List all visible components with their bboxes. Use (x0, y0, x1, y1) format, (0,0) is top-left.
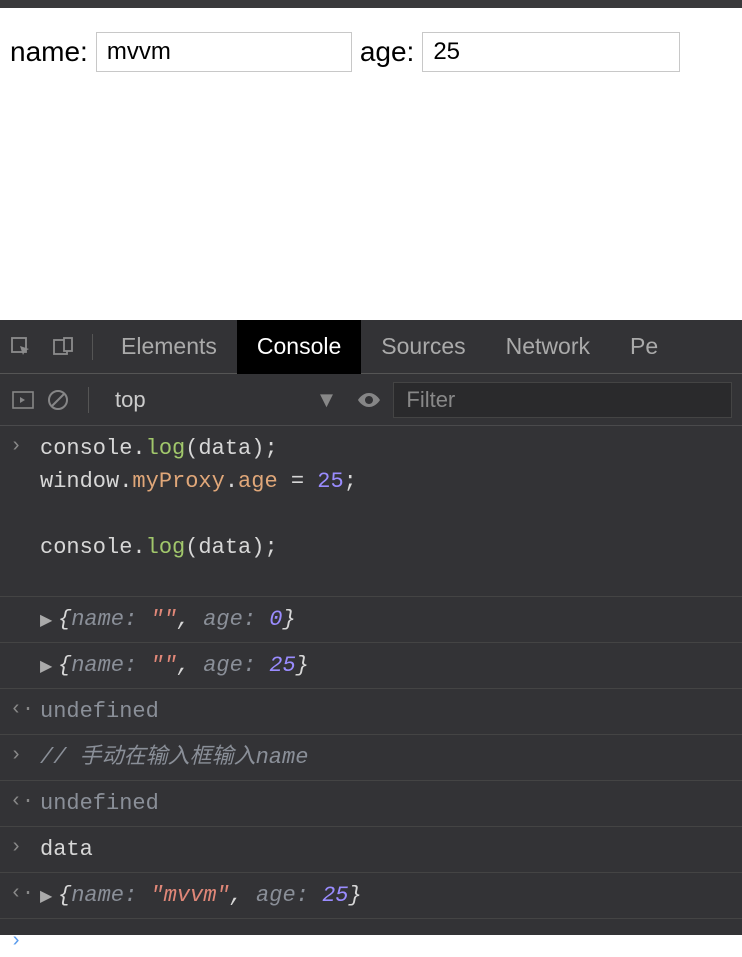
tab-performance[interactable]: Pe (610, 320, 678, 374)
clear-console-icon[interactable] (46, 388, 70, 412)
console-body: › console.log(data); window.myProxy.age … (0, 426, 742, 935)
age-label: age: (360, 36, 415, 68)
expand-arrow-icon[interactable]: ▶ (40, 609, 58, 633)
output-marker-icon: ‹· (10, 879, 34, 909)
toggle-sidebar-icon[interactable] (10, 387, 36, 413)
tab-console[interactable]: Console (237, 320, 361, 374)
console-input-block[interactable]: › console.log(data); window.myProxy.age … (0, 426, 742, 597)
undefined-value: undefined (40, 699, 159, 724)
console-output-2[interactable]: ▶{name: "", age: 25} (0, 643, 742, 689)
prompt-marker-icon: › (10, 927, 22, 957)
code-input: console.log(data); window.myProxy.age = … (40, 432, 734, 590)
name-input[interactable] (96, 32, 352, 72)
console-output-3[interactable]: ‹· ▶{name: "mvvm", age: 25} (0, 873, 742, 919)
eye-icon[interactable] (355, 390, 383, 410)
tab-sources[interactable]: Sources (361, 320, 485, 374)
input-marker-icon: › (10, 741, 22, 771)
age-field-group: age: (360, 32, 681, 72)
input-marker-icon: › (10, 833, 22, 863)
age-input[interactable] (422, 32, 680, 72)
expand-arrow-icon[interactable]: ▶ (40, 655, 58, 679)
undefined-value: undefined (40, 791, 159, 816)
console-toolbar: top ▼ (0, 374, 742, 426)
tab-network[interactable]: Network (486, 320, 610, 374)
console-input-comment[interactable]: › // 手动在输入框输入name (0, 735, 742, 781)
tab-elements[interactable]: Elements (101, 320, 237, 374)
dropdown-icon: ▼ (316, 387, 338, 413)
devtools-panel: Elements Console Sources Network Pe top … (0, 320, 742, 935)
name-field-group: name: (10, 32, 352, 72)
console-output-1[interactable]: ▶{name: "", age: 0} (0, 597, 742, 643)
console-return-2: ‹· undefined (0, 781, 742, 827)
expand-arrow-icon[interactable]: ▶ (40, 885, 58, 909)
output-marker-icon: ‹· (10, 787, 34, 817)
filter-input[interactable] (393, 382, 732, 418)
inspect-icon[interactable] (0, 335, 42, 359)
tab-divider (92, 334, 93, 360)
toolbar-divider (88, 387, 89, 413)
context-label: top (115, 387, 146, 413)
device-toggle-icon[interactable] (42, 335, 84, 359)
context-select[interactable]: top ▼ (107, 387, 345, 413)
page-content: name: age: (0, 8, 742, 320)
console-return-1: ‹· undefined (0, 689, 742, 735)
console-prompt[interactable]: › (0, 919, 742, 935)
console-input-data[interactable]: › data (0, 827, 742, 873)
name-label: name: (10, 36, 88, 68)
devtools-tabs: Elements Console Sources Network Pe (0, 320, 742, 374)
output-marker-icon: ‹· (10, 695, 34, 725)
data-command: data (40, 837, 93, 862)
window-top-bar (0, 0, 742, 8)
input-marker-icon: › (10, 432, 22, 462)
comment-text: // 手动在输入框输入name (40, 745, 308, 770)
